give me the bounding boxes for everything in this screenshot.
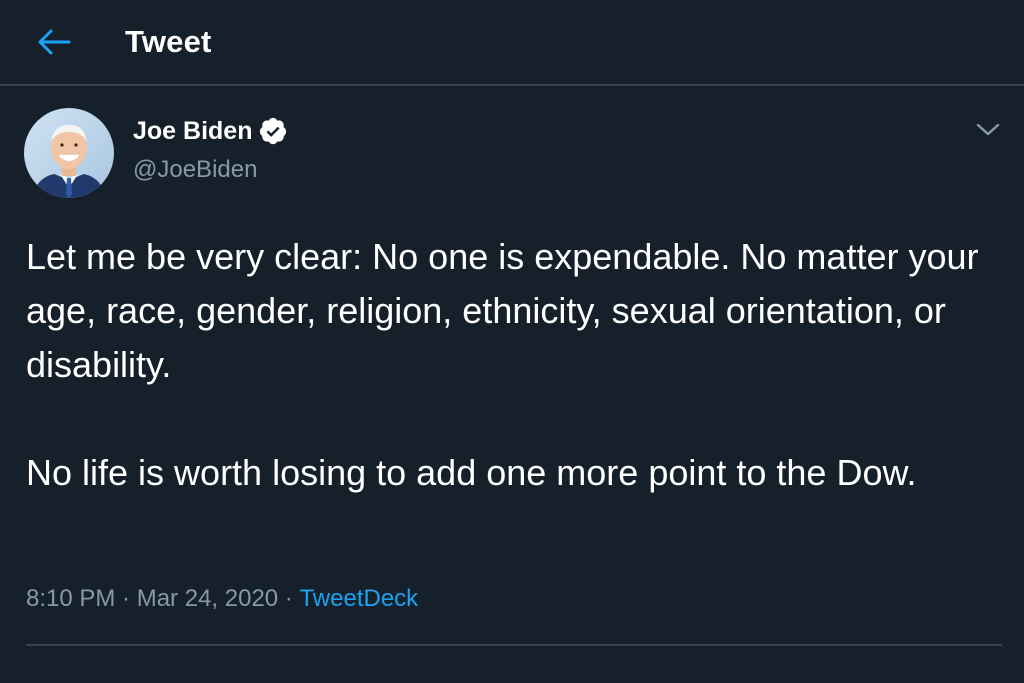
tweet-date[interactable]: Mar 24, 2020: [137, 585, 278, 613]
arrow-left-icon: [38, 29, 71, 55]
avatar[interactable]: [24, 108, 114, 198]
tweet-source-link[interactable]: TweetDeck: [299, 585, 418, 613]
verified-badge-icon: [260, 117, 287, 145]
tweet-time[interactable]: 8:10 PM: [26, 585, 115, 613]
back-button[interactable]: [32, 22, 76, 62]
meta-separator: ·: [115, 585, 137, 612]
tweet-text: Let me be very clear: No one is expendab…: [26, 236, 979, 493]
divider: [26, 644, 1002, 646]
top-bar: Tweet: [0, 0, 1024, 86]
author-handle[interactable]: @JoeBiden: [133, 156, 257, 184]
tweet-menu-button[interactable]: [972, 116, 1004, 144]
meta-separator: ·: [278, 585, 300, 612]
author-name-row: Joe Biden: [133, 116, 288, 146]
page-title: Tweet: [125, 24, 212, 59]
author-name[interactable]: Joe Biden: [133, 117, 252, 146]
avatar-photo: [24, 108, 114, 198]
tweet-meta: 8:10 PM · Mar 24, 2020 · TweetDeck: [26, 585, 418, 613]
chevron-down-icon: [976, 123, 1000, 136]
